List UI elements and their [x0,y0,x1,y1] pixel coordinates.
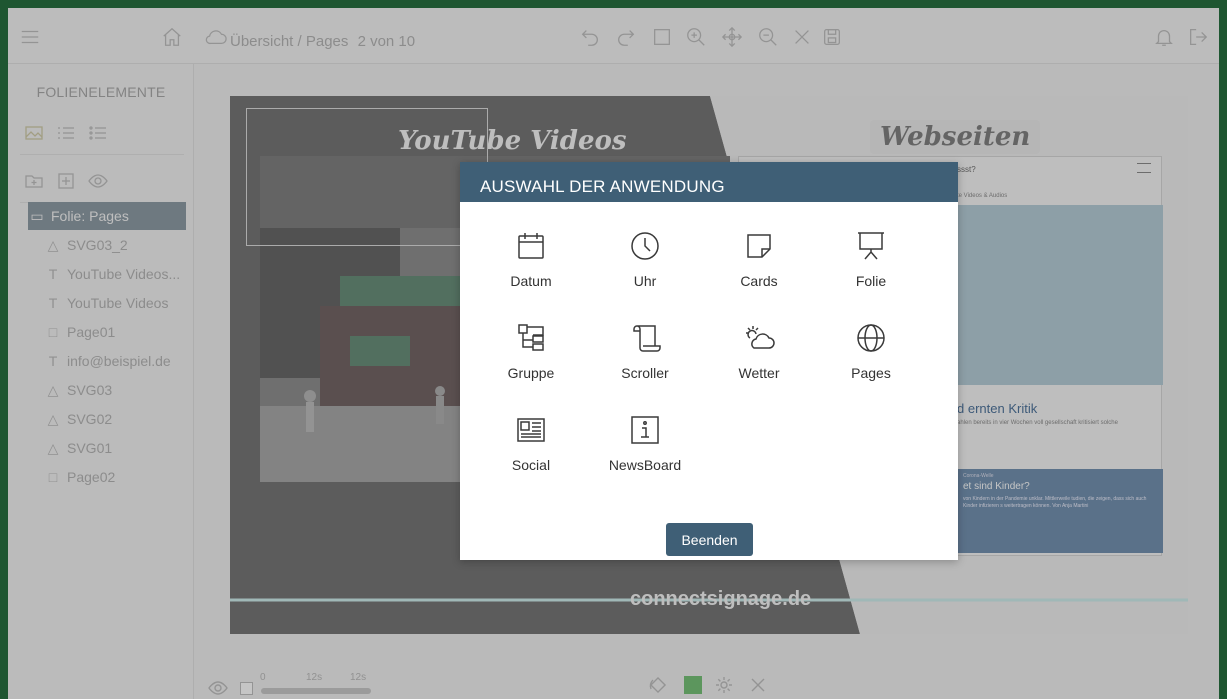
app-label: Datum [510,273,552,289]
app-label: Gruppe [507,365,555,381]
close-dialog-button[interactable]: Beenden [666,523,753,556]
weather-icon [746,326,775,349]
newspaper-icon [517,418,545,442]
app-scroller[interactable]: Scroller [590,322,700,402]
app-label: Scroller [621,365,669,381]
presentation-icon [858,232,884,260]
app-gruppe[interactable]: Gruppe [476,322,586,402]
app-label: Wetter [738,365,780,381]
app-label: Social [511,457,551,473]
dialog-title: AUSWAHL DER ANWENDUNG [460,162,958,202]
app-label: Uhr [633,273,657,289]
app-label: NewsBoard [608,457,682,473]
app-social[interactable]: Social [476,414,586,494]
app-pages[interactable]: Pages [816,322,926,402]
group-icon [518,324,544,351]
app-folie[interactable]: Folie [816,230,926,310]
info-icon [631,416,659,444]
app-datum[interactable]: Datum [476,230,586,310]
app-uhr[interactable]: Uhr [590,230,700,310]
calendar-icon [518,233,544,259]
app-label: Folie [855,273,887,289]
globe-icon [857,324,885,352]
app-label: Cards [740,273,778,289]
app-cards[interactable]: Cards [704,230,814,310]
app-newsboard[interactable]: NewsBoard [590,414,700,494]
app-label: Pages [851,365,891,381]
app-window: Übersicht / Pages 2 von 10 FOLIENELEMENT… [8,8,1219,699]
application-picker-dialog: AUSWAHL DER ANWENDUNG Datum Uhr Cards Fo… [460,162,958,560]
scroll-icon [633,325,661,352]
clock-icon [631,232,659,260]
app-wetter[interactable]: Wetter [704,322,814,402]
card-icon [747,234,771,258]
